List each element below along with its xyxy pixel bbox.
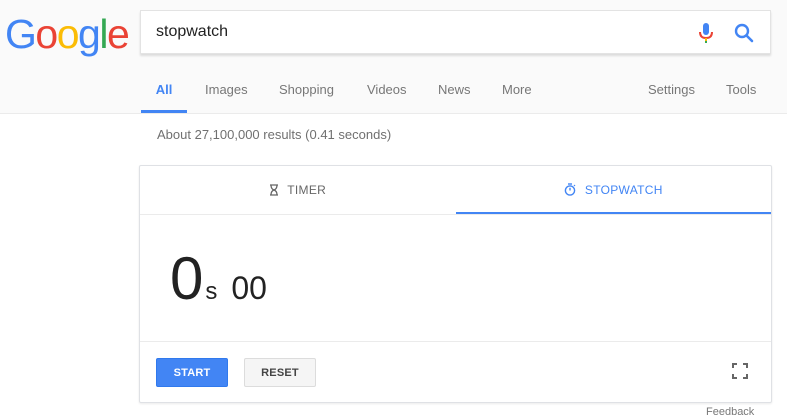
reset-button[interactable]: RESET: [244, 358, 316, 387]
fullscreen-icon[interactable]: [731, 362, 749, 380]
search-icon[interactable]: [733, 22, 755, 44]
tab-more[interactable]: More: [502, 71, 532, 113]
seconds-value: 0: [170, 245, 204, 312]
hourglass-icon: [269, 183, 287, 197]
header: Google All Images Shopping Videos News M…: [0, 0, 787, 114]
tab-shopping[interactable]: Shopping: [279, 71, 334, 113]
tab-news[interactable]: News: [438, 71, 471, 113]
widget-tabs: TIMER STOPWATCH: [140, 166, 771, 215]
start-button[interactable]: START: [156, 358, 228, 387]
feedback-link[interactable]: Feedback: [706, 406, 754, 418]
microphone-icon[interactable]: [696, 22, 716, 44]
tab-stopwatch-label: STOPWATCH: [584, 183, 663, 197]
widget-controls: START RESET: [140, 341, 771, 403]
stopwatch-icon: [564, 183, 585, 197]
search-nav: All Images Shopping Videos News More Set…: [0, 71, 787, 113]
tab-stopwatch[interactable]: STOPWATCH: [456, 166, 771, 214]
tab-timer-label: TIMER: [287, 183, 327, 197]
tab-images[interactable]: Images: [205, 71, 248, 113]
stopwatch-display: 0s 00: [170, 244, 267, 314]
tab-videos[interactable]: Videos: [367, 71, 407, 113]
google-logo[interactable]: Google: [5, 11, 130, 57]
tab-timer[interactable]: TIMER: [140, 166, 455, 214]
hundredths-value: 00: [231, 270, 267, 306]
search-input[interactable]: [156, 11, 676, 53]
tab-settings[interactable]: Settings: [648, 71, 695, 113]
stopwatch-widget: TIMER STOPWATCH 0s 00 START RESET: [139, 165, 772, 403]
seconds-unit: s: [205, 278, 218, 305]
tab-tools[interactable]: Tools: [726, 71, 756, 113]
search-box: [140, 10, 771, 54]
result-stats: About 27,100,000 results (0.41 seconds): [157, 127, 392, 142]
tab-all[interactable]: All: [141, 71, 187, 113]
